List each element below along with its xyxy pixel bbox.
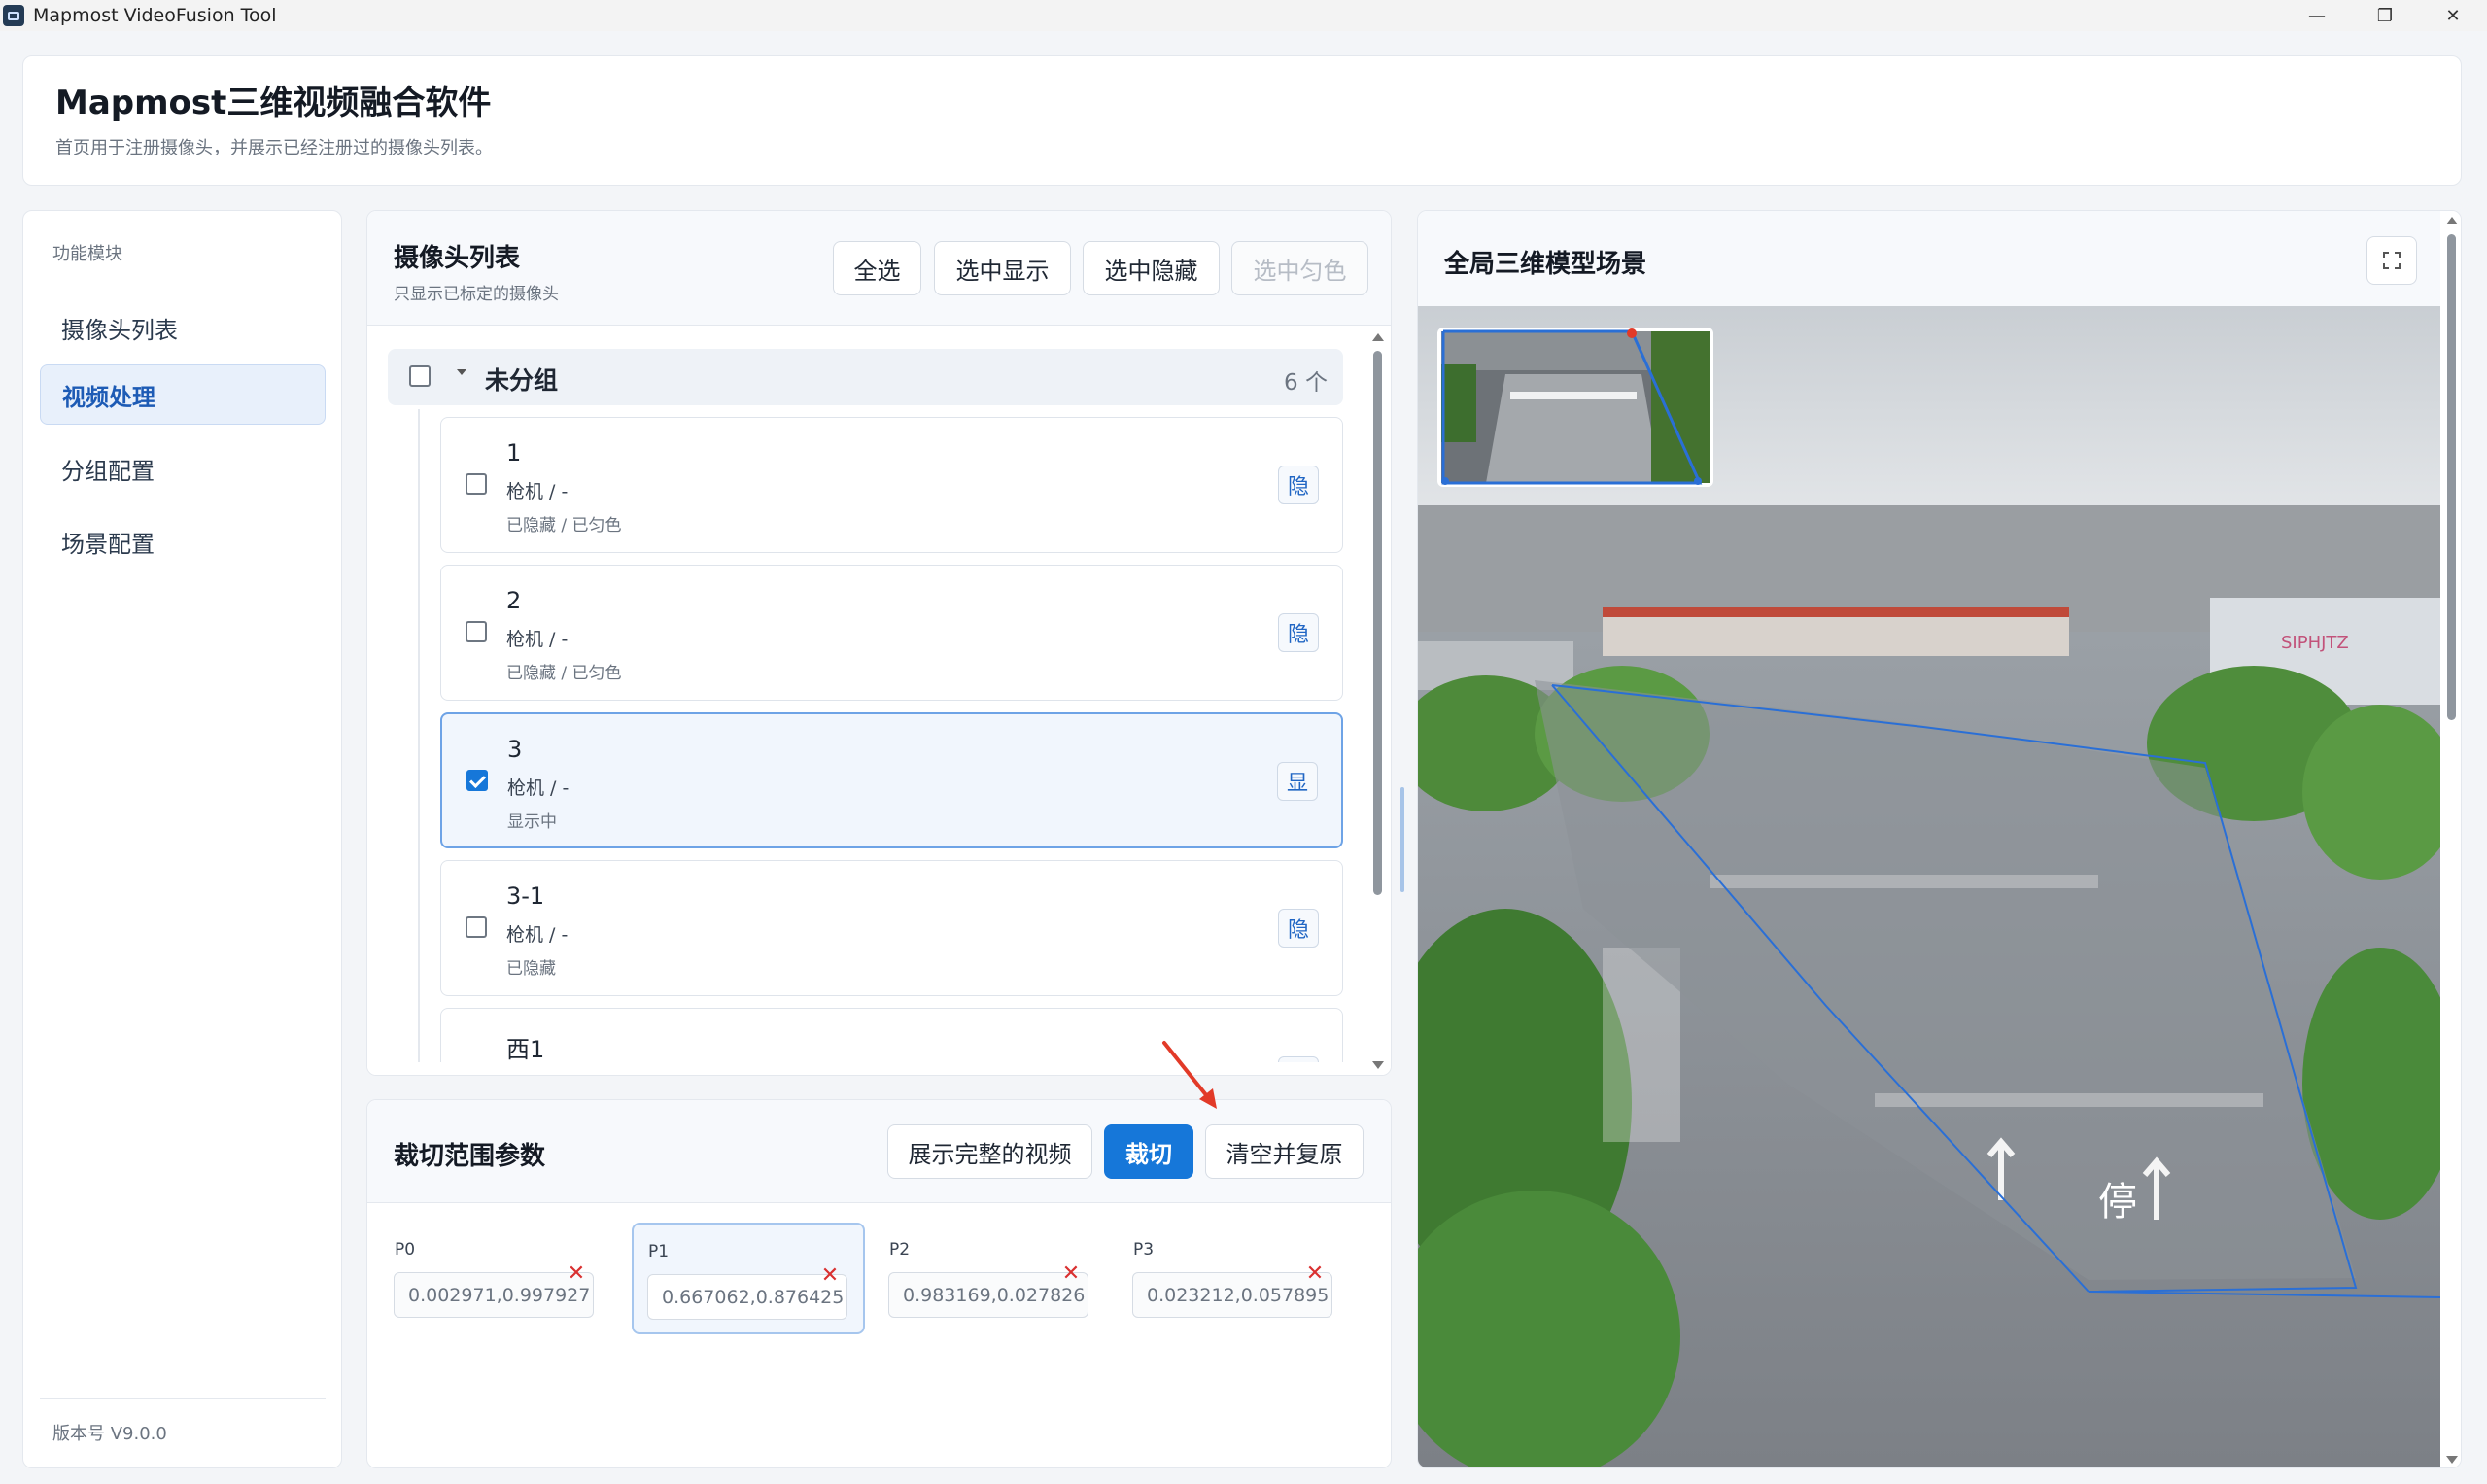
app-logo-icon (3, 5, 24, 26)
page-subtitle: 首页用于注册摄像头，并展示已经注册过的摄像头列表。 (55, 138, 493, 158)
scrollbar-thumb[interactable] (1373, 351, 1382, 895)
road-marking-text: 停 (2098, 1180, 2137, 1225)
window-controls: — ❐ ✕ (2283, 0, 2487, 31)
minimize-button[interactable]: — (2283, 0, 2351, 31)
maximize-button[interactable]: ❐ (2351, 0, 2419, 31)
camera-checkbox[interactable] (466, 916, 487, 938)
even-color-selected-button[interactable]: 选中匀色 (1231, 241, 1368, 295)
camera-list-header: 摄像头列表 只显示已标定的摄像头 全选 选中显示 选中隐藏 选中匀色 (367, 211, 1391, 326)
crop-point-p1: P1 0.667062,0.876425 ✕ (632, 1223, 865, 1334)
group-row-ungrouped[interactable]: 未分组 6 个 (388, 349, 1343, 405)
scene-scrollbar[interactable] (2440, 211, 2461, 1467)
tree-guide-line (418, 409, 420, 1075)
camera-card-selected[interactable]: 3 枪机 / - 显示中 显 (440, 712, 1343, 848)
fullscreen-icon (2383, 252, 2401, 269)
clear-icon[interactable]: ✕ (819, 1265, 841, 1287)
fullscreen-button[interactable] (2366, 236, 2417, 285)
camera-type: 枪机 / - (506, 629, 569, 650)
point-label: P1 (648, 1242, 670, 1261)
sidebar-caption: 功能模块 (52, 244, 122, 264)
panel-resize-handle[interactable] (1400, 787, 1404, 892)
crop-parameters-panel: 裁切范围参数 展示完整的视频 裁切 清空并复原 P0 0.002971,0.99… (366, 1099, 1392, 1468)
crop-point-p2: P2 0.983169,0.027826 ✕ (875, 1223, 1108, 1334)
page-header: Mapmost三维视频融合软件 首页用于注册摄像头，并展示已经注册过的摄像头列表… (22, 55, 2462, 186)
camera-checkbox[interactable] (466, 473, 487, 495)
camera-list-subtitle: 只显示已标定的摄像头 (394, 285, 559, 304)
sidebar-divider (40, 1398, 326, 1399)
crop-parameters-header: 裁切范围参数 展示完整的视频 裁切 清空并复原 (367, 1100, 1391, 1203)
camera-status: 已隐藏 / 已匀色 (506, 516, 622, 535)
visibility-toggle-button[interactable]: 显 (1277, 762, 1318, 801)
point-label: P2 (889, 1240, 911, 1260)
camera-status: 显示中 (507, 812, 557, 832)
camera-name: 3-1 (506, 882, 545, 910)
crop-point-p0: P0 0.002971,0.997927 ✕ (380, 1223, 613, 1334)
sidebar-item-scene-config[interactable]: 场景配置 (40, 511, 326, 571)
camera-card[interactable]: 3-1 枪机 / - 已隐藏 隐 (440, 860, 1343, 996)
page-title: Mapmost三维视频融合软件 (55, 84, 492, 122)
scroll-down-arrow-icon[interactable] (1372, 1061, 1384, 1069)
sidebar: 功能模块 摄像头列表 视频处理 分组配置 场景配置 版本号 V9.0.0 (22, 210, 342, 1468)
camera-checkbox-checked[interactable] (466, 770, 488, 791)
scene-header: 全局三维模型场景 (1418, 211, 2461, 306)
building-sign-text: SIPHJTZ (2281, 633, 2349, 653)
camera-name: 2 (506, 587, 522, 614)
camera-card[interactable]: 2 枪机 / - 已隐藏 / 已匀色 隐 (440, 565, 1343, 701)
camera-list-scrollbar[interactable] (1364, 326, 1391, 1075)
camera-name: 西1 (506, 1036, 545, 1063)
camera-list-panel: 摄像头列表 只显示已标定的摄像头 全选 选中显示 选中隐藏 选中匀色 未分组 6… (366, 210, 1392, 1076)
scroll-up-arrow-icon[interactable] (1372, 333, 1384, 341)
sidebar-item-group-config[interactable]: 分组配置 (40, 438, 326, 499)
window-titlebar: Mapmost VideoFusion Tool — ❐ ✕ (0, 0, 2487, 31)
group-checkbox[interactable] (409, 365, 431, 387)
scene-title: 全局三维模型场景 (1444, 250, 1647, 279)
window-title: Mapmost VideoFusion Tool (33, 5, 277, 26)
camera-list-title: 摄像头列表 (394, 244, 521, 273)
point-label: P3 (1133, 1240, 1155, 1260)
sidebar-item-camera-list[interactable]: 摄像头列表 (40, 297, 326, 358)
scroll-up-arrow-icon[interactable] (2446, 217, 2458, 224)
point-input[interactable]: 0.983169,0.027826 (888, 1272, 1088, 1318)
visibility-toggle-button[interactable]: 隐 (1278, 613, 1319, 652)
show-full-video-button[interactable]: 展示完整的视频 (887, 1124, 1092, 1179)
point-input[interactable]: 0.667062,0.876425 (647, 1274, 847, 1320)
select-all-button[interactable]: 全选 (833, 241, 921, 295)
clear-icon[interactable]: ✕ (566, 1263, 587, 1285)
camera-type: 枪机 / - (506, 924, 569, 946)
crop-point-p3: P3 0.023212,0.057895 ✕ (1119, 1223, 1352, 1334)
show-selected-button[interactable]: 选中显示 (934, 241, 1071, 295)
hide-selected-button[interactable]: 选中隐藏 (1083, 241, 1220, 295)
crop-parameters-title: 裁切范围参数 (394, 1142, 546, 1171)
crop-button[interactable]: 裁切 (1104, 1124, 1193, 1179)
camera-name: 3 (507, 736, 523, 763)
clear-restore-button[interactable]: 清空并复原 (1205, 1124, 1364, 1179)
camera-card[interactable]: 1 枪机 / - 已隐藏 / 已匀色 隐 (440, 417, 1343, 553)
scene-render: SIPHJTZ 停 (1418, 306, 2440, 1467)
clear-icon[interactable]: ✕ (1304, 1263, 1326, 1285)
close-button[interactable]: ✕ (2419, 0, 2487, 31)
visibility-toggle-button[interactable]: 隐 (1278, 466, 1319, 504)
camera-status: 已隐藏 (506, 959, 556, 979)
camera-name: 1 (506, 439, 522, 466)
point-input[interactable]: 0.023212,0.057895 (1132, 1272, 1332, 1318)
camera-checkbox[interactable] (466, 621, 487, 642)
group-count: 6 个 (1284, 370, 1328, 396)
caret-down-icon[interactable] (457, 369, 466, 375)
scrollbar-thumb[interactable] (2447, 234, 2456, 720)
camera-type: 枪机 / - (506, 481, 569, 502)
annotation-arrow-icon (1162, 1041, 1217, 1109)
scene-panel: 全局三维模型场景 SIPHJTZ 停 (1417, 210, 2462, 1468)
3d-scene-viewport[interactable]: SIPHJTZ 停 (1418, 306, 2440, 1467)
version-label: 版本号 V9.0.0 (52, 1424, 167, 1444)
scroll-down-arrow-icon[interactable] (2446, 1456, 2458, 1464)
group-name: 未分组 (485, 366, 559, 395)
visibility-toggle-button[interactable]: 隐 (1278, 909, 1319, 948)
point-label: P0 (395, 1240, 416, 1260)
camera-status: 已隐藏 / 已匀色 (506, 664, 622, 683)
point-input[interactable]: 0.002971,0.997927 (394, 1272, 594, 1318)
clear-icon[interactable]: ✕ (1060, 1263, 1082, 1285)
sidebar-item-video-processing[interactable]: 视频处理 (40, 364, 326, 425)
camera-type: 枪机 / - (507, 777, 570, 799)
